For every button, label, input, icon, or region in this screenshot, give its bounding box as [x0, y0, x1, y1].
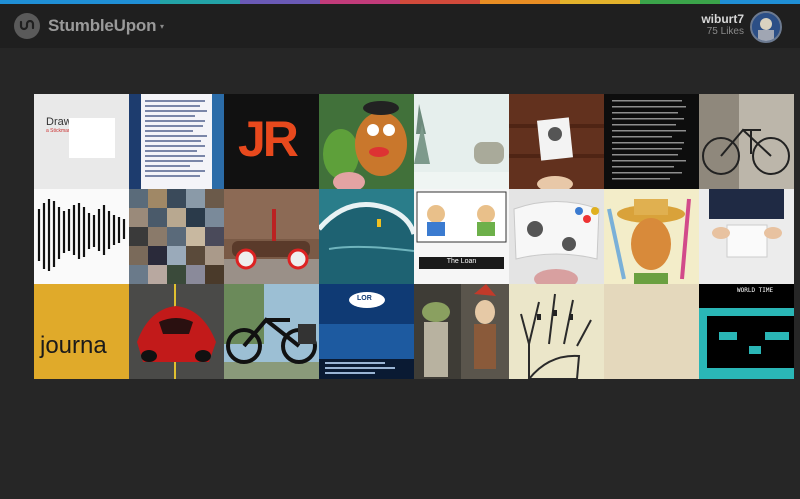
tile-toy-story[interactable] — [319, 94, 414, 189]
tile-bicycle[interactable] — [699, 94, 794, 189]
tile-text-page[interactable] — [129, 94, 224, 189]
tile-blank-beige[interactable] — [604, 284, 699, 379]
tile-title: LOR — [357, 295, 372, 302]
tile-whitebox — [69, 118, 115, 158]
tile-bw-waves-art — [34, 189, 129, 284]
tile-photo-collage[interactable] — [129, 189, 224, 284]
tile-toy-story-art — [319, 94, 414, 189]
top-bar: StumbleUpon ▾ wiburt7 75 Likes — [0, 4, 800, 48]
tile-dark-text-art — [612, 100, 686, 180]
user-name: wiburt7 — [701, 12, 744, 26]
tile-title: journa — [40, 332, 107, 359]
app-title[interactable]: StumbleUpon — [48, 16, 156, 36]
tile-hat-man-poster-art — [604, 189, 699, 284]
tile-xbox-controller-art — [509, 189, 604, 284]
tile-draw-stickman[interactable]: Draw a Stickman — [34, 94, 129, 189]
tile-dark-text[interactable] — [604, 94, 699, 189]
user-info[interactable]: wiburt7 75 Likes — [701, 12, 744, 38]
tile-text-page-art — [129, 94, 224, 189]
tile-yoda-gnome[interactable] — [414, 284, 509, 379]
tile-tattooed-hand-art — [509, 284, 604, 379]
tile-lor-ad[interactable]: LOR — [319, 284, 414, 379]
stumbleupon-logo-icon[interactable] — [14, 13, 40, 39]
tile-e-bike[interactable] — [224, 284, 319, 379]
tile-the-loan-comic[interactable]: The Loan — [414, 189, 509, 284]
tile-photo-collage-art — [129, 189, 224, 284]
tile-snow-scene-art — [414, 94, 509, 189]
tile-desk-paper[interactable] — [509, 94, 604, 189]
tile-hands-paper-art — [699, 189, 794, 284]
chevron-down-icon[interactable]: ▾ — [160, 22, 164, 31]
tile-red-car[interactable] — [129, 284, 224, 379]
tile-e-bike-art — [224, 284, 319, 379]
tile-bw-waves[interactable] — [34, 189, 129, 284]
tile-red-car-art — [129, 284, 224, 379]
user-likes-count: 75 Likes — [706, 26, 744, 37]
tile-hands-paper[interactable] — [699, 189, 794, 284]
tile-journal[interactable]: journa — [34, 284, 129, 379]
tile-desk-paper-art — [509, 94, 604, 189]
tile-surf-wave[interactable] — [319, 189, 414, 284]
stumble-tile-grid: Draw a Stickman JR The Loan journa LOR W… — [34, 94, 800, 379]
tile-title: JR — [238, 111, 299, 167]
tile-mario-game-art — [699, 308, 794, 379]
tile-snow-scene[interactable] — [414, 94, 509, 189]
avatar[interactable] — [750, 11, 782, 43]
tile-title: Draw — [46, 116, 72, 128]
tile-hot-rod-art — [224, 189, 319, 284]
tile-hat-man-poster[interactable] — [604, 189, 699, 284]
tile-surf-wave-art — [319, 189, 414, 284]
tile-mario-game[interactable]: WORLD TIME — [699, 284, 794, 379]
tile-tattooed-hand[interactable] — [509, 284, 604, 379]
tile-jr[interactable]: JR — [224, 94, 319, 189]
tile-hot-rod[interactable] — [224, 189, 319, 284]
tile-bicycle-art — [699, 94, 794, 189]
tile-subtitle: a Stickman — [46, 128, 71, 134]
tile-title: The Loan — [446, 258, 477, 265]
tile-xbox-controller[interactable] — [509, 189, 604, 284]
tile-the-loan-comic-art — [414, 189, 509, 284]
tile-yoda-gnome-art — [414, 284, 509, 379]
